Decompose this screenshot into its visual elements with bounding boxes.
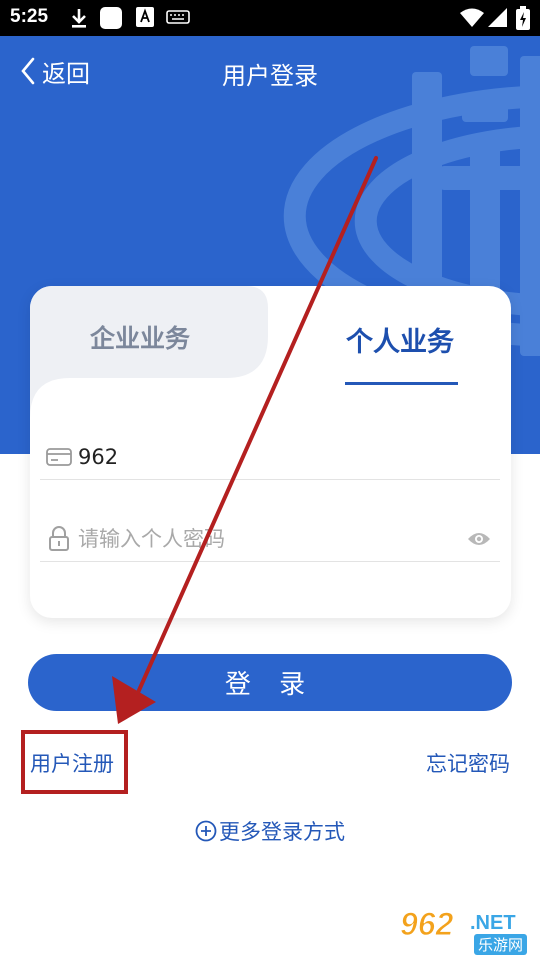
plus-circle-icon	[195, 820, 217, 842]
status-bar: 5:25	[0, 0, 540, 36]
page-title: 用户登录	[222, 62, 318, 90]
account-input[interactable]	[78, 436, 500, 477]
more-login-options[interactable]: 更多登录方式	[0, 816, 540, 846]
tab-personal[interactable]: 个人业务	[300, 314, 500, 364]
login-button[interactable]: 登 录	[28, 654, 512, 711]
lock-icon	[44, 524, 74, 554]
annotation-highlight-box	[21, 730, 128, 794]
forgot-password-link[interactable]: 忘记密码	[426, 748, 510, 778]
signal-icon	[488, 8, 507, 27]
password-input[interactable]	[78, 518, 464, 559]
watermark-number: 962	[399, 906, 454, 943]
account-field	[40, 434, 500, 480]
battery-icon	[516, 6, 530, 30]
wifi-icon	[460, 8, 484, 27]
active-tab-indicator	[345, 382, 458, 385]
watermark-suffix: .NET	[470, 912, 516, 934]
app-square-icon	[100, 7, 122, 29]
more-login-label: 更多登录方式	[219, 820, 345, 844]
login-card: 企业业务 个人业务	[30, 286, 511, 618]
eye-icon[interactable]	[464, 524, 494, 554]
watermark-cn: 乐游网	[474, 934, 528, 955]
password-field	[40, 516, 500, 562]
status-time: 5:25	[10, 6, 49, 27]
download-icon	[72, 9, 86, 28]
watermark-logo: 962 .NET 乐游网	[399, 906, 536, 956]
tab-enterprise[interactable]: 企业业务	[30, 312, 250, 362]
keyboard-icon	[166, 10, 190, 24]
id-card-icon	[44, 442, 74, 472]
a-badge-icon	[136, 7, 154, 27]
